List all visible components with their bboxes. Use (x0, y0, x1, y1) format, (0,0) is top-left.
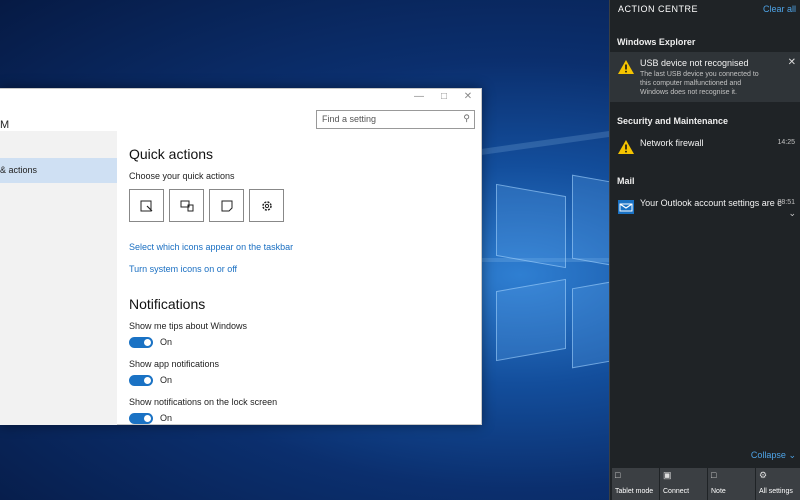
notification-mail[interactable]: Your Outlook account settings are c 08:5… (610, 192, 800, 222)
maximize-icon[interactable]: □ (437, 91, 451, 102)
action-centre-title: ACTION CENTRE (618, 4, 699, 14)
settings-gear-icon: ⚙ (759, 470, 768, 480)
clear-all-link[interactable]: Clear all (763, 4, 796, 14)
sidebar: es & actions (0, 131, 117, 425)
notification-time: 08:51 (777, 199, 795, 206)
group-header-security[interactable]: Security and Maintenance (617, 116, 728, 126)
toggle-knob (144, 339, 151, 346)
toggle-lock-screen[interactable] (129, 413, 153, 424)
title-bar: — □ ✕ (0, 89, 481, 107)
warning-icon (618, 140, 634, 154)
notification-usb[interactable]: USB device not recognised The last USB d… (610, 52, 800, 102)
notification-title: Your Outlook account settings are c (640, 198, 782, 208)
connect-icon (180, 200, 193, 211)
tablet-mode-icon: □ (615, 470, 621, 480)
note-icon (221, 200, 232, 211)
connect-icon: ▣ (663, 470, 672, 480)
search-input[interactable]: Find a setting ⚲ (316, 110, 475, 129)
tile-label: Connect (663, 488, 690, 495)
sidebar-item-label: & actions (0, 165, 38, 175)
toggle-state: On (160, 375, 173, 385)
tile-label: All settings (759, 488, 793, 495)
notification-title: USB device not recognised (640, 58, 749, 68)
quick-action-settings-button[interactable] (249, 189, 284, 222)
tile-note[interactable]: □ Note (708, 468, 755, 500)
note-icon: □ (711, 470, 717, 480)
collapse-label: Collapse (750, 450, 786, 460)
tile-tablet-mode[interactable]: □ Tablet mode (612, 468, 659, 500)
notification-body: The last USB device you connected to thi… (640, 71, 759, 96)
quick-actions-heading: Quick actions (129, 146, 214, 162)
notification-firewall[interactable]: Network firewall 14:25 (610, 132, 800, 162)
close-icon[interactable]: ✕ (461, 91, 475, 102)
mail-icon (618, 200, 634, 214)
toggle-tips[interactable] (129, 337, 153, 348)
action-centre-panel: ACTION CENTRE Clear all Windows Explorer… (609, 0, 800, 500)
toggle-knob (144, 377, 151, 384)
warning-icon (618, 60, 634, 74)
tile-label: Tablet mode (615, 488, 654, 495)
notification-title: Network firewall (640, 138, 704, 148)
tile-label: Note (711, 488, 726, 495)
toggle-state: On (160, 337, 173, 347)
window-title: M (0, 119, 10, 131)
toggle-label-app-notifications: Show app notifications (129, 359, 220, 369)
toggle-label-lock-screen: Show notifications on the lock screen (129, 397, 278, 407)
notification-time: 14:25 (777, 139, 795, 146)
quick-action-note-button[interactable] (209, 189, 244, 222)
group-header-mail[interactable]: Mail (617, 176, 635, 186)
tile-connect[interactable]: ▣ Connect (660, 468, 707, 500)
toggle-knob (144, 415, 151, 422)
dismiss-icon[interactable]: ✕ (788, 57, 796, 68)
notifications-heading: Notifications (129, 296, 206, 312)
toggle-label-tips: Show me tips about Windows (129, 321, 248, 331)
group-header-windows-explorer[interactable]: Windows Explorer (617, 37, 695, 47)
link-system-icons[interactable]: Turn system icons on or off (129, 264, 237, 274)
search-icon: ⚲ (463, 113, 470, 123)
expand-chevron-icon[interactable]: ⌄ (788, 208, 796, 219)
tile-all-settings[interactable]: ⚙ All settings (756, 468, 800, 500)
settings-window: — □ ✕ M Find a setting ⚲ es & actions Qu… (0, 88, 482, 425)
quick-actions-subheading: Choose your quick actions (129, 171, 235, 181)
collapse-link[interactable]: Collapse ⌄ (751, 450, 796, 461)
search-placeholder: Find a setting (322, 114, 377, 124)
quick-action-tablet-mode-button[interactable] (129, 189, 164, 222)
minimize-icon[interactable]: — (412, 91, 426, 102)
chevron-down-icon: ⌄ (788, 450, 796, 460)
toggle-app-notifications[interactable] (129, 375, 153, 386)
settings-gear-icon (261, 200, 272, 211)
sidebar-item-notifications-actions[interactable]: & actions (0, 158, 117, 183)
link-taskbar-icons[interactable]: Select which icons appear on the taskbar (129, 242, 293, 252)
quick-action-connect-button[interactable] (169, 189, 204, 222)
tablet-mode-icon (140, 200, 152, 211)
toggle-state: On (160, 413, 173, 423)
